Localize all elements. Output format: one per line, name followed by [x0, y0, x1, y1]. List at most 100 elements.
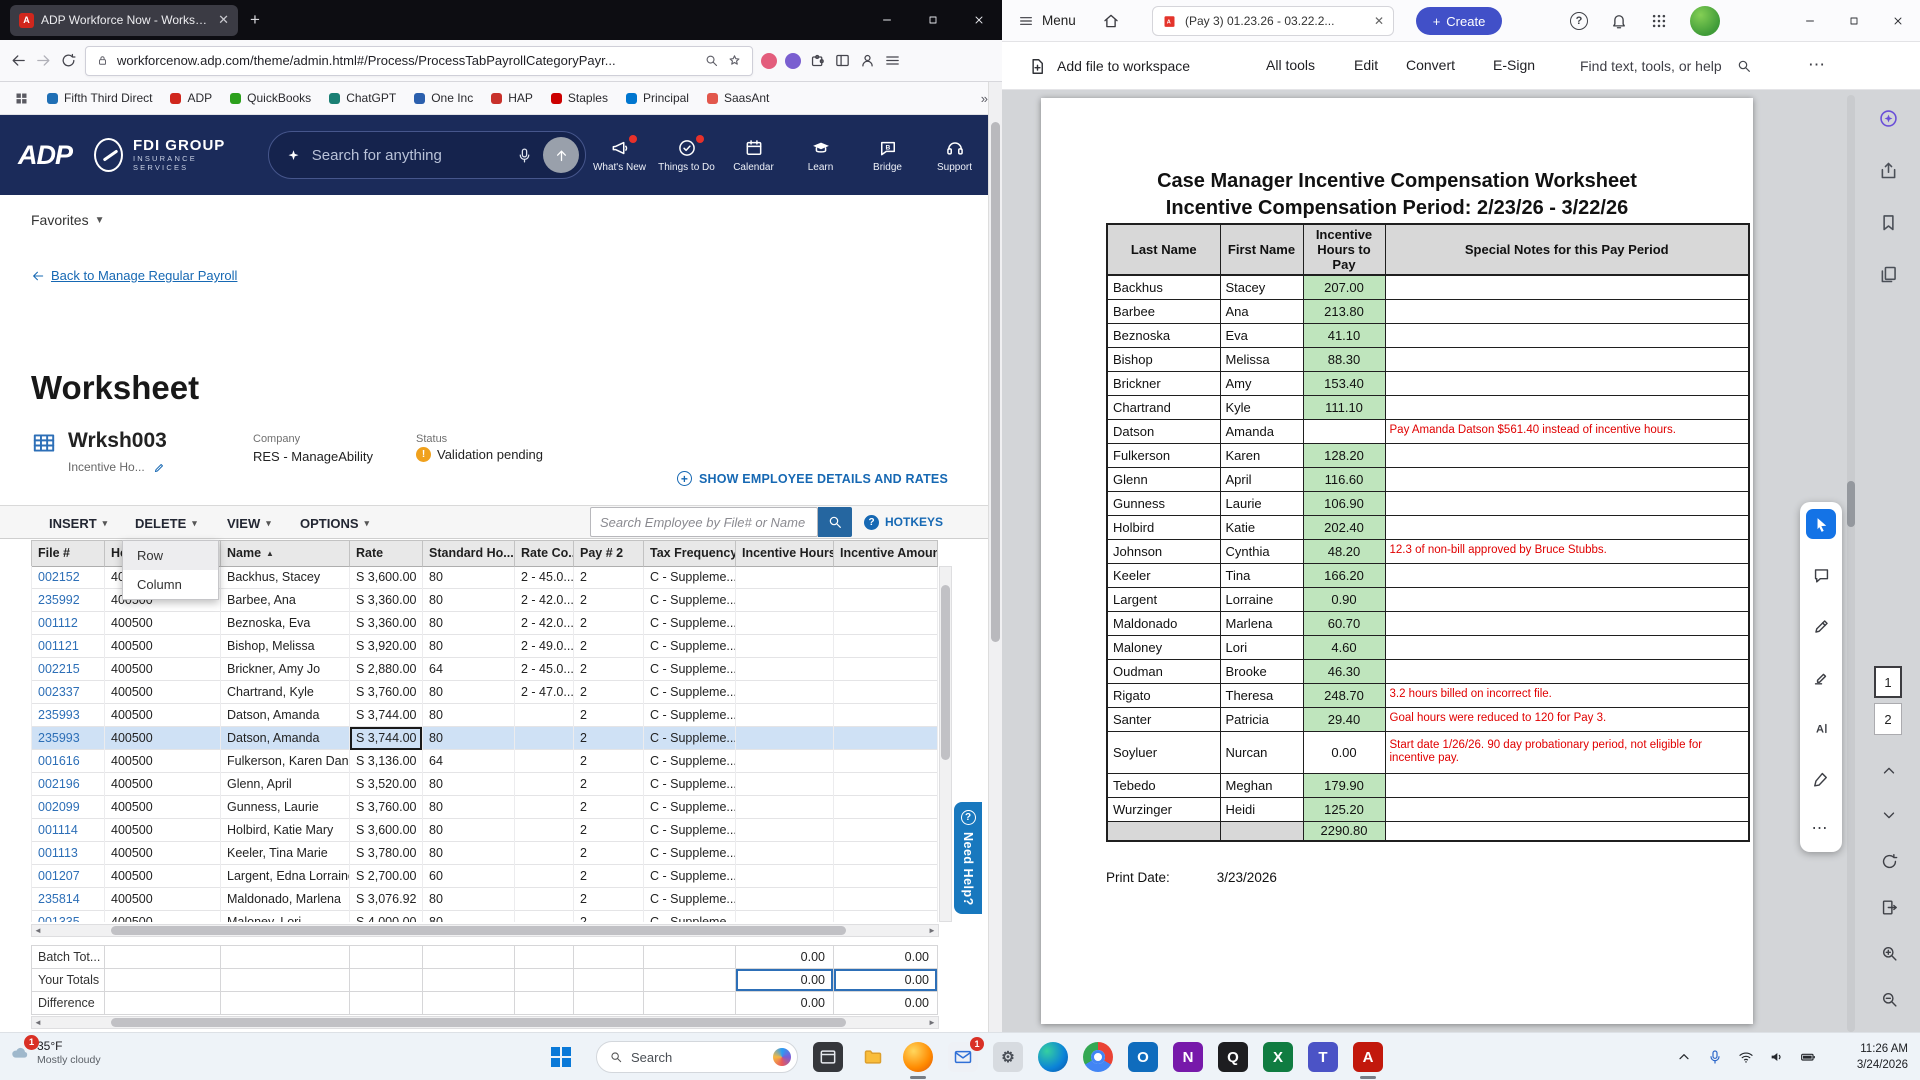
bookmark-item-quickbooks[interactable]: QuickBooks: [230, 91, 311, 105]
cell-pay2[interactable]: 2: [574, 612, 644, 635]
menu-delete[interactable]: DELETE ▾: [135, 506, 197, 540]
cell-dept[interactable]: 400500: [105, 681, 221, 704]
cell-inc-hours[interactable]: [736, 589, 834, 612]
cell-tax[interactable]: C - Suppleme...: [644, 727, 736, 750]
cell-tax[interactable]: C - Suppleme...: [644, 750, 736, 773]
cell-file[interactable]: 002196: [32, 773, 105, 796]
adp-nav-learn[interactable]: Learn: [787, 138, 854, 173]
cell-file[interactable]: 002215: [32, 658, 105, 681]
total-cell-inc-amount[interactable]: 0.00: [834, 969, 938, 992]
cell-dept[interactable]: 400500: [105, 865, 221, 888]
taskbar-search[interactable]: Search: [596, 1041, 798, 1073]
adp-nav-support[interactable]: Support: [921, 138, 988, 173]
cell-std[interactable]: 80: [423, 727, 515, 750]
worksheet-row[interactable]: 001113 400500 Keeler, Tina Marie S 3,780.00…: [32, 842, 938, 865]
tab-close-icon[interactable]: ✕: [1374, 14, 1384, 28]
scrollbar-thumb[interactable]: [991, 122, 1000, 642]
cell-tax[interactable]: C - Suppleme...: [644, 888, 736, 911]
cell-name[interactable]: Largent, Edna Lorraine: [221, 865, 350, 888]
add-file-button[interactable]: Add file to workspace: [1028, 42, 1190, 90]
cell-inc-amount[interactable]: [834, 727, 938, 750]
cell-pay2[interactable]: 2: [574, 727, 644, 750]
worksheet-row[interactable]: 002337 400500 Chartrand, Kyle S 3,760.00 80 2…: [32, 681, 938, 704]
new-tab-button[interactable]: +: [250, 10, 260, 30]
cell-dept[interactable]: 400500: [105, 750, 221, 773]
cell-pay2[interactable]: 2: [574, 589, 644, 612]
extensions-puzzle-icon[interactable]: [809, 52, 826, 69]
column-header-std[interactable]: Standard Ho...: [423, 541, 515, 567]
acrobat-menu-button[interactable]: Menu: [1018, 13, 1076, 29]
cell-inc-hours[interactable]: [736, 842, 834, 865]
cell-dept[interactable]: 400500: [105, 819, 221, 842]
column-header-rate[interactable]: Rate: [350, 541, 423, 567]
worksheet-row[interactable]: 235814 400500 Maldonado, Marlena S 3,076.92…: [32, 888, 938, 911]
cell-dept[interactable]: 400500: [105, 612, 221, 635]
tool-select-button[interactable]: [1806, 509, 1836, 539]
cell-file[interactable]: 235993: [32, 704, 105, 727]
cell-rate[interactable]: S 3,360.00: [350, 612, 423, 635]
bookmark-item-saasant[interactable]: SaasAnt: [706, 91, 769, 105]
scrollbar-thumb[interactable]: [1847, 481, 1855, 527]
cell-pay2[interactable]: 2: [574, 750, 644, 773]
acrobat-tool-edit[interactable]: Edit: [1354, 57, 1378, 73]
scroll-left-icon[interactable]: ◄: [32, 925, 44, 936]
scroll-left-icon[interactable]: ◄: [32, 1017, 44, 1028]
reload-icon[interactable]: [60, 52, 77, 69]
grid-horizontal-scrollbar[interactable]: ◄ ►: [31, 924, 939, 937]
wifi-icon[interactable]: [1738, 1049, 1754, 1065]
url-text[interactable]: workforcenow.adp.com/theme/admin.html#/P…: [117, 53, 696, 68]
cell-pay2[interactable]: 2: [574, 911, 644, 922]
hotkeys-link[interactable]: ? HOTKEYS: [864, 507, 943, 537]
cell-rateco[interactable]: 2 - 45.0...: [515, 566, 574, 589]
cell-name[interactable]: Keeler, Tina Marie: [221, 842, 350, 865]
cell-inc-amount[interactable]: [834, 842, 938, 865]
cell-pay2[interactable]: 2: [574, 566, 644, 589]
taskbar-app-onenote[interactable]: N: [1173, 1042, 1203, 1072]
menu-view[interactable]: VIEW ▾: [227, 506, 271, 540]
cell-std[interactable]: 80: [423, 612, 515, 635]
cell-inc-amount[interactable]: [834, 865, 938, 888]
worksheet-row[interactable]: 002196 400500 Glenn, April S 3,520.00 80 2 C -…: [32, 773, 938, 796]
cell-file[interactable]: 235992: [32, 589, 105, 612]
cell-std[interactable]: 80: [423, 635, 515, 658]
column-header-rateco[interactable]: Rate Co...: [515, 541, 574, 567]
adp-search-bar[interactable]: Search for anything: [267, 131, 586, 179]
tool-highlight-button[interactable]: [1806, 662, 1836, 692]
cell-tax[interactable]: C - Suppleme...: [644, 658, 736, 681]
cell-rateco[interactable]: 2 - 49.0...: [515, 635, 574, 658]
cell-name[interactable]: Glenn, April: [221, 773, 350, 796]
worksheet-row[interactable]: 002215 400500 Brickner, Amy Jo S 2,880.00 64…: [32, 658, 938, 681]
cell-rate[interactable]: S 3,760.00: [350, 681, 423, 704]
scrollbar-thumb[interactable]: [941, 585, 950, 760]
cell-pay2[interactable]: 2: [574, 681, 644, 704]
cell-pay2[interactable]: 2: [574, 819, 644, 842]
cell-rate[interactable]: S 3,076.92: [350, 888, 423, 911]
totals-horizontal-scrollbar[interactable]: ◄ ►: [31, 1016, 939, 1029]
cell-name[interactable]: Beznoska, Eva: [221, 612, 350, 635]
cell-file[interactable]: 001616: [32, 750, 105, 773]
taskbar-app-firefox[interactable]: [903, 1042, 933, 1079]
grid-vertical-scrollbar[interactable]: [939, 566, 952, 922]
cell-file[interactable]: 001335: [32, 911, 105, 922]
extension-icon-2[interactable]: [785, 52, 801, 69]
weather-widget[interactable]: 1 35°F Mostly cloudy: [10, 1035, 101, 1067]
bookmark-item-hap[interactable]: HAP: [491, 91, 533, 105]
cell-dept[interactable]: 400500: [105, 888, 221, 911]
worksheet-row[interactable]: 001616 400500 Fulkerson, Karen Danz S 3,136…: [32, 750, 938, 773]
menu-icon[interactable]: [884, 52, 901, 69]
cell-name[interactable]: Maloney, Lori: [221, 911, 350, 922]
edit-pencil-icon[interactable]: [153, 461, 166, 474]
cell-file[interactable]: 001114: [32, 819, 105, 842]
worksheet-row[interactable]: 001207 400500 Largent, Edna Lorraine S 2,70…: [32, 865, 938, 888]
cell-file[interactable]: 002099: [32, 796, 105, 819]
url-bar[interactable]: workforcenow.adp.com/theme/admin.html#/P…: [85, 45, 753, 76]
scroll-right-icon[interactable]: ►: [926, 925, 938, 936]
cell-rateco[interactable]: [515, 773, 574, 796]
cell-inc-amount[interactable]: [834, 681, 938, 704]
taskbar-app-quickbooks[interactable]: Q: [1218, 1042, 1248, 1072]
cell-tax[interactable]: C - Suppleme...: [644, 796, 736, 819]
scrollbar-thumb[interactable]: [111, 926, 846, 935]
export-doc-button[interactable]: [1880, 898, 1899, 917]
column-header-file[interactable]: File #: [32, 541, 105, 567]
document-tab[interactable]: A (Pay 3) 01.23.26 - 03.22.2... ✕: [1152, 6, 1394, 36]
